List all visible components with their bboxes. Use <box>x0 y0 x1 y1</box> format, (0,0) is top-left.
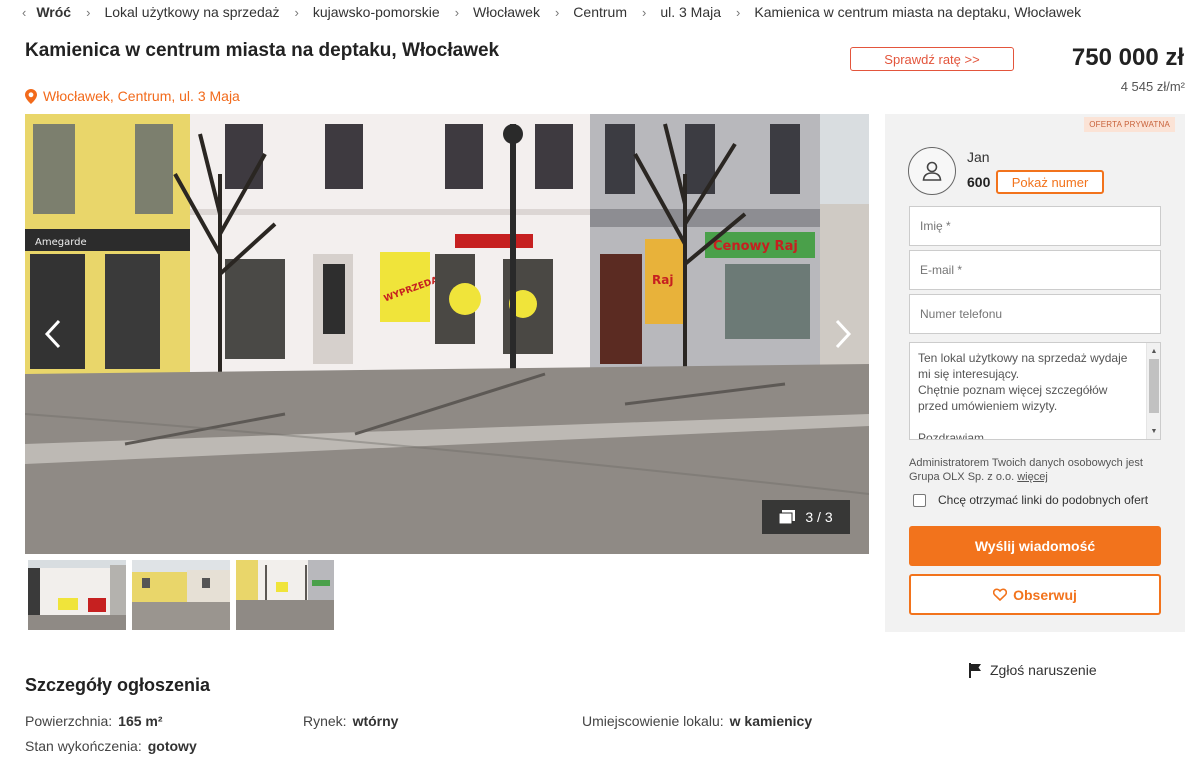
thumbnail-2[interactable] <box>132 560 230 630</box>
watch-label: Obserwuj <box>1013 586 1077 603</box>
shop-sign-right: Cenowy Raj <box>713 239 798 254</box>
breadcrumb-item[interactable]: Włocławek <box>473 4 540 20</box>
message-textarea[interactable]: Ten lokal użytkowy na sprzedaż wydaje mi… <box>909 342 1161 440</box>
detail-label: Rynek: <box>303 713 347 729</box>
breadcrumb-item[interactable]: kujawsko-pomorskie <box>313 4 440 20</box>
similar-offers-option[interactable]: Chcę otrzymać linki do podobnych ofert <box>913 493 1148 507</box>
chevron-right-icon: › <box>454 4 460 20</box>
chevron-right-icon: › <box>86 4 91 20</box>
message-scrollbar[interactable]: ▲ ▼ <box>1146 343 1160 439</box>
photo-gallery[interactable]: Amegarde WYPRZEDAŻ Cenowy Raj Raj 3 / 3 <box>25 114 869 554</box>
privacy-note: Administratorem Twoich danych osobowych … <box>909 456 1171 484</box>
location-text: Włocławek, Centrum, ul. 3 Maja <box>43 88 240 104</box>
chevron-left-icon <box>44 319 61 349</box>
next-photo-button[interactable] <box>823 314 863 354</box>
scroll-down-icon[interactable]: ▼ <box>1147 425 1160 437</box>
detail-label: Stan wykończenia: <box>25 738 142 754</box>
details-heading: Szczegóły ogłoszenia <box>25 675 211 695</box>
phone-field[interactable] <box>909 294 1161 334</box>
detail-market: Rynek: wtórny <box>303 713 398 729</box>
chevron-left-icon: ‹ <box>22 4 27 20</box>
scroll-up-icon[interactable]: ▲ <box>1147 345 1160 357</box>
seller-name: Jan <box>967 149 990 165</box>
map-pin-icon <box>25 88 37 104</box>
detail-placement: Umiejscowienie lokalu: w kamienicy <box>582 713 812 729</box>
main-photo: Amegarde WYPRZEDAŻ Cenowy Raj Raj <box>25 114 869 554</box>
email-field[interactable] <box>909 250 1161 290</box>
thumbnail-3[interactable] <box>236 560 334 630</box>
breadcrumb-current: Kamienica w centrum miasta na deptaku, W… <box>754 4 1082 20</box>
message-text: Ten lokal użytkowy na sprzedaż wydaje mi… <box>918 351 1128 440</box>
shop-sign-left: Amegarde <box>35 237 87 248</box>
show-number-button[interactable]: Pokaż numer <box>996 170 1104 194</box>
phone-prefix: 600 <box>967 174 991 190</box>
detail-label: Umiejscowienie lokalu: <box>582 713 724 729</box>
chevron-right-icon: › <box>294 4 299 20</box>
photo-counter-text: 3 / 3 <box>805 509 833 525</box>
chevron-right-icon: › <box>736 4 741 20</box>
price: 750 000 zł <box>1071 44 1184 71</box>
previous-photo-button[interactable] <box>33 314 73 354</box>
location[interactable]: Włocławek, Centrum, ul. 3 Maja <box>25 88 240 104</box>
private-offer-badge: OFERTA PRYWATNA <box>1084 117 1175 132</box>
check-rate-button[interactable]: Sprawdź ratę >> <box>850 47 1014 71</box>
shop-sign-small: Raj <box>652 273 673 287</box>
similar-offers-label: Chcę otrzymać linki do podobnych ofert <box>938 493 1149 507</box>
detail-value: wtórny <box>352 713 399 729</box>
flag-icon <box>969 662 981 678</box>
report-violation-link[interactable]: Zgłoś naruszenie <box>968 662 1097 678</box>
price-per-m2: 4 545 zł/m² <box>1120 79 1185 94</box>
thumbnail-strip <box>28 560 334 630</box>
breadcrumb-item[interactable]: ul. 3 Maja <box>660 4 721 20</box>
detail-value: w kamienicy <box>729 713 813 729</box>
report-label: Zgłoś naruszenie <box>990 662 1097 678</box>
detail-label: Powierzchnia: <box>25 713 113 729</box>
breadcrumb-item[interactable]: Centrum <box>573 4 627 20</box>
breadcrumb-item[interactable]: Lokal użytkowy na sprzedaż <box>104 4 279 20</box>
detail-value: 165 m² <box>118 713 163 729</box>
photos-icon <box>779 510 796 524</box>
back-link[interactable]: Wróć <box>36 4 71 20</box>
chevron-right-icon: › <box>641 4 647 20</box>
detail-finish: Stan wykończenia: gotowy <box>25 738 197 754</box>
photo-counter: 3 / 3 <box>762 500 850 534</box>
breadcrumb: ‹ Wróć › Lokal użytkowy na sprzedaż › ku… <box>22 3 1081 21</box>
chevron-right-icon: › <box>554 4 560 20</box>
heart-icon <box>993 588 1008 601</box>
watch-button[interactable]: Obserwuj <box>909 574 1161 615</box>
thumbnail-1[interactable] <box>28 560 126 630</box>
similar-offers-checkbox[interactable] <box>913 493 926 507</box>
contact-panel: OFERTA PRYWATNA Jan 600 Pokaż numer Ten … <box>885 114 1185 632</box>
detail-area: Powierzchnia: 165 m² <box>25 713 163 729</box>
listing-title: Kamienica w centrum miasta na deptaku, W… <box>25 40 500 61</box>
privacy-more-link[interactable]: więcej <box>1017 471 1048 483</box>
name-field[interactable] <box>909 206 1161 246</box>
avatar <box>908 147 956 195</box>
detail-value: gotowy <box>147 738 197 754</box>
chevron-right-icon <box>835 319 852 349</box>
scrollbar-thumb[interactable] <box>1149 359 1159 413</box>
send-message-button[interactable]: Wyślij wiadomość <box>909 526 1161 566</box>
user-icon <box>922 161 942 181</box>
